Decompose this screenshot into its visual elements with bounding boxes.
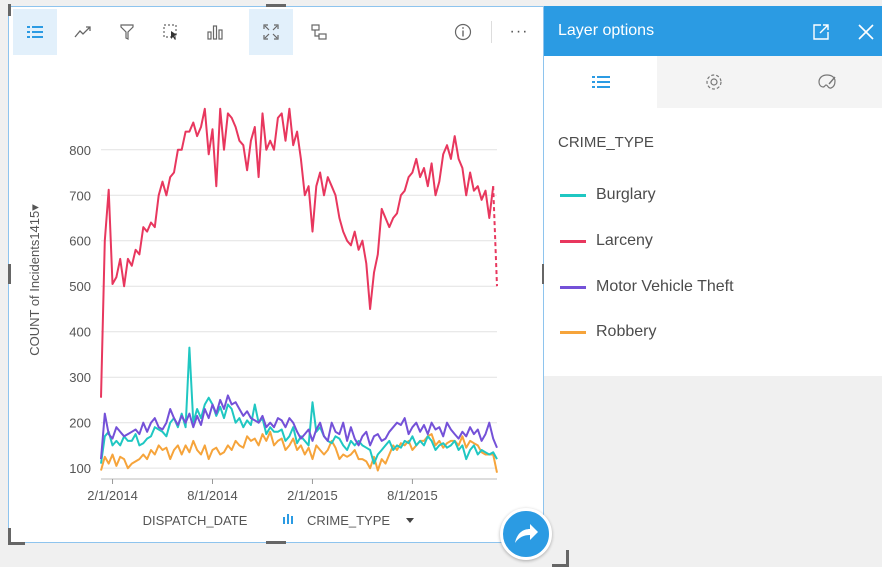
y-tick-label: 700 xyxy=(69,188,91,203)
x-tick-label: 8/1/2015 xyxy=(387,488,438,503)
y-tick-label: 100 xyxy=(69,461,91,476)
bar-chart-small-icon xyxy=(283,514,293,524)
legend-swatch xyxy=(560,193,586,197)
palette-icon xyxy=(817,74,836,89)
legend-item-burglary[interactable]: Burglary xyxy=(560,184,656,206)
y-tick-label: 400 xyxy=(69,325,91,340)
gear-icon xyxy=(705,74,722,90)
series-lines xyxy=(100,107,498,473)
legend-swatch xyxy=(560,330,586,334)
share-arrow-icon xyxy=(515,524,538,543)
x-tick-label: 2/1/2014 xyxy=(87,488,138,503)
resize-handle-corner-bl-h[interactable] xyxy=(8,542,25,545)
x-axis-ticks: 2/1/2014 8/1/2014 2/1/2015 8/1/2015 xyxy=(87,479,438,503)
x-tick-label: 2/1/2015 xyxy=(287,488,338,503)
y-axis-ticks: 100 200 300 400 500 600 700 800 xyxy=(69,143,91,476)
color-field-button[interactable]: CRIME_TYPE xyxy=(283,513,414,528)
y-axis-label[interactable]: COUNT of Incidents1415▾ xyxy=(27,204,42,356)
resize-handle-bottom[interactable] xyxy=(266,541,286,544)
layer-options-panel: Layer options CRIME_TYPE Burglary Larcen… xyxy=(544,6,882,376)
action-button[interactable] xyxy=(500,508,552,560)
color-field-label: CRIME_TYPE xyxy=(307,513,390,528)
panel-header: Layer options xyxy=(544,6,882,56)
tab-style[interactable] xyxy=(770,56,882,108)
y-tick-label: 200 xyxy=(69,416,91,431)
legend-icon xyxy=(591,76,610,88)
legend-item-larceny[interactable]: Larceny xyxy=(560,230,653,252)
legend-label: Larceny xyxy=(596,232,653,249)
resize-handle-corner-tl[interactable] xyxy=(8,4,11,16)
legend-swatch xyxy=(560,285,586,289)
legend-item-motor-vehicle-theft[interactable]: Motor Vehicle Theft xyxy=(560,276,734,298)
x-axis-label[interactable]: DISPATCH_DATE xyxy=(143,513,248,528)
y-tick-label: 600 xyxy=(69,234,91,249)
x-tick-label: 8/1/2014 xyxy=(187,488,238,503)
panel-title: Layer options xyxy=(558,22,655,39)
legend-label: Motor Vehicle Theft xyxy=(596,278,734,295)
resize-handle-top[interactable] xyxy=(266,4,286,7)
tab-legend[interactable] xyxy=(544,56,657,108)
legend-title: CRIME_TYPE xyxy=(558,134,654,151)
series-line-larceny[interactable] xyxy=(100,107,495,398)
y-tick-label: 800 xyxy=(69,143,91,158)
dropdown-arrow-icon xyxy=(406,518,414,523)
y-tick-label: 500 xyxy=(69,279,91,294)
series-line-motor-vehicle-theft[interactable] xyxy=(100,394,498,460)
panel-tabs xyxy=(544,56,882,108)
series-line-larceny-partial[interactable] xyxy=(492,186,498,287)
y-tick-label: 300 xyxy=(69,370,91,385)
tab-settings[interactable] xyxy=(657,56,770,108)
chart-card: ··· 100 200 300 400 500 600 700 800 2/1/2014 8/1… xyxy=(8,6,544,543)
legend-label: Robbery xyxy=(596,323,657,340)
legend-swatch xyxy=(560,239,586,243)
close-icon[interactable] xyxy=(856,22,876,42)
legend-label: Burglary xyxy=(596,186,656,203)
line-chart: 100 200 300 400 500 600 700 800 2/1/2014 8/1/201… xyxy=(27,107,498,528)
resize-handle-left[interactable] xyxy=(8,264,11,284)
legend-item-robbery[interactable]: Robbery xyxy=(560,321,656,343)
pop-out-icon[interactable] xyxy=(812,23,830,41)
